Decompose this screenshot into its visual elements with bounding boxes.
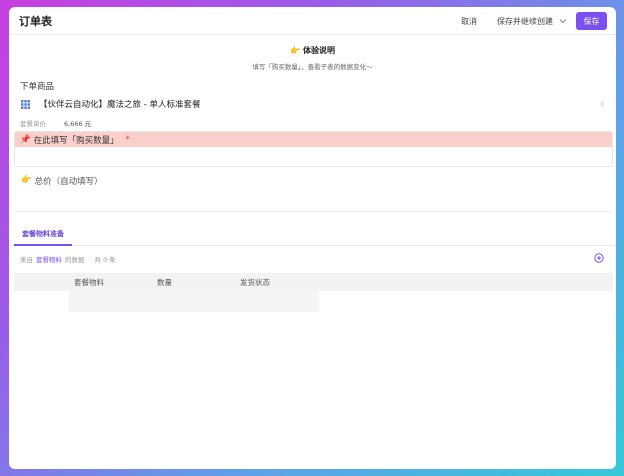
column-header-shipping-status: 发货状态	[240, 278, 270, 287]
price-value: 6,666 元	[64, 120, 92, 128]
total-field-label-row: 👉 总价（自动填写）	[21, 175, 103, 187]
column-header-quantity: 数量	[157, 278, 172, 287]
cancel-button[interactable]: 取消	[461, 16, 477, 27]
dialog-header: 订单表 取消 保存并继续创建 保存	[9, 7, 616, 35]
product-select[interactable]: 【伙伴云自动化】魔法之旅 - 单人标准套餐	[20, 96, 608, 112]
order-form-dialog: 订单表 取消 保存并继续创建 保存 👉 体验说明 填写「购买数量」，查看子表的数…	[9, 7, 616, 469]
chevron-right-icon[interactable]	[598, 100, 606, 108]
quantity-input[interactable]	[15, 147, 612, 166]
add-record-icon[interactable]	[594, 253, 604, 263]
table-header: 套餐物料 数量 发货状态	[14, 273, 613, 291]
related-source-info: 来自 套餐物料 的数据 共 0 条	[20, 254, 116, 264]
pointing-hand-icon: 👉	[290, 46, 300, 55]
experience-notice: 👉 体验说明 填写「购买数量」，查看子表的数据变化～	[9, 35, 616, 75]
quantity-field-label: 在此填写「购买数量」	[33, 135, 119, 146]
header-actions: 取消 保存并继续创建 保存	[461, 12, 607, 30]
materials-table: 套餐物料 数量 发货状态	[14, 273, 613, 313]
product-value: 【伙伴云自动化】魔法之旅 - 单人标准套餐	[39, 100, 201, 110]
total-input[interactable]	[14, 194, 613, 212]
table-grid-icon	[21, 99, 30, 109]
total-field-label: 总价（自动填写）	[34, 177, 103, 187]
empty-row-placeholder	[69, 291, 319, 312]
price-info: 套餐单价 6,666 元	[20, 118, 91, 128]
record-count: 共 0 条	[94, 256, 116, 264]
save-and-continue-button[interactable]: 保存并继续创建	[497, 16, 553, 27]
quantity-field: 📌 在此填写「购买数量」 *	[14, 131, 613, 167]
source-suffix: 的数据	[65, 256, 85, 264]
notice-subtitle: 填写「购买数量」，查看子表的数据变化～	[252, 63, 373, 71]
source-prefix: 来自	[20, 256, 33, 264]
tab-materials[interactable]: 套餐物料准备	[14, 227, 72, 246]
tab-bar: 套餐物料准备	[9, 227, 616, 246]
column-header-material: 套餐物料	[74, 278, 104, 287]
notice-title: 体验说明	[302, 46, 335, 55]
pointing-hand-icon: 👉	[21, 175, 32, 185]
pushpin-icon: 📌	[20, 134, 31, 145]
chevron-down-icon[interactable]	[559, 16, 569, 26]
table-body	[14, 291, 613, 313]
product-field-label: 下单商品	[20, 82, 55, 92]
page-title: 订单表	[19, 14, 52, 28]
required-mark: *	[125, 134, 130, 145]
source-table-link[interactable]: 套餐物料	[36, 254, 62, 264]
price-label: 套餐单价	[20, 120, 46, 128]
save-button[interactable]: 保存	[576, 12, 607, 30]
